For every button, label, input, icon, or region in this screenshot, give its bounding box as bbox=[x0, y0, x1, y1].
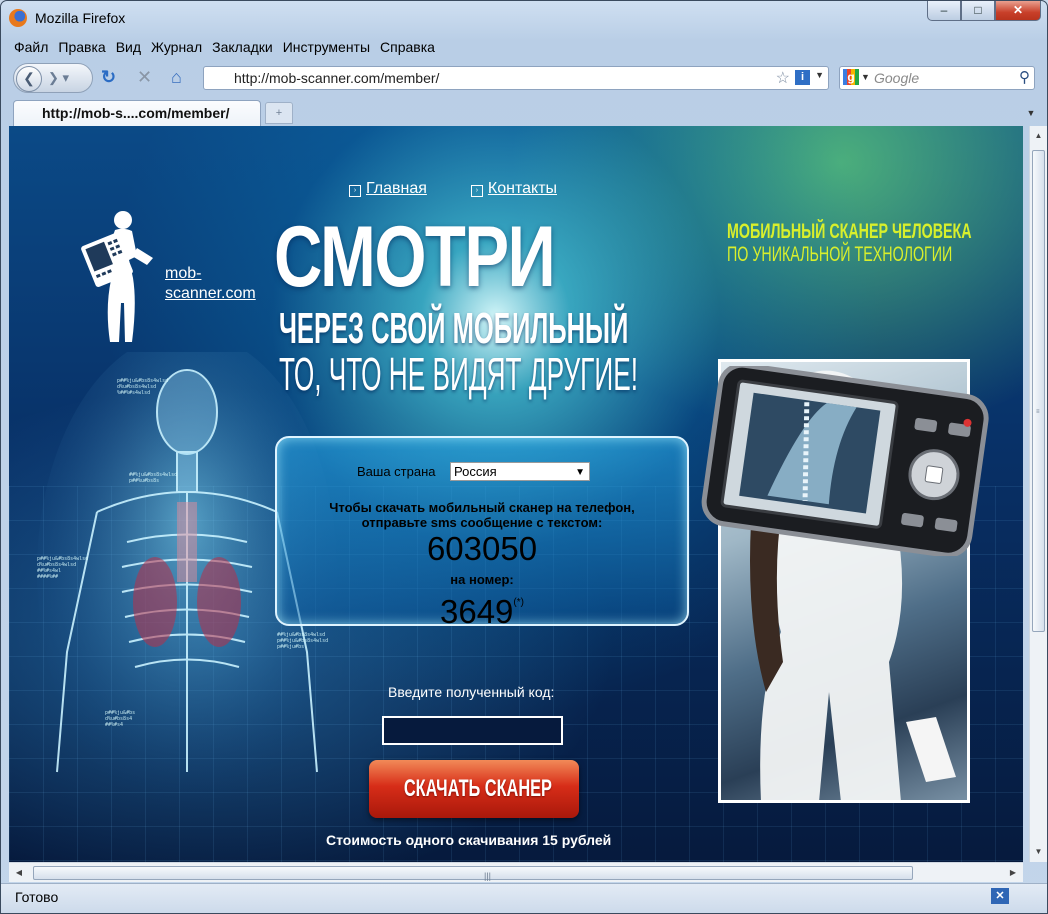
back-arrow-icon: ❮ bbox=[23, 70, 35, 86]
link-home-label[interactable]: Главная bbox=[366, 180, 427, 197]
menu-view[interactable]: Вид bbox=[111, 39, 146, 59]
bullet-icon: › bbox=[349, 185, 361, 197]
instruction-line2: отправьте sms сообщение с текстом: bbox=[361, 515, 603, 530]
menu-file[interactable]: Файл bbox=[9, 39, 53, 59]
menu-help[interactable]: Справка bbox=[375, 39, 440, 59]
home-icon[interactable]: ⌂ bbox=[171, 67, 182, 87]
scroll-down-icon[interactable]: ▼ bbox=[1030, 842, 1047, 862]
tab-bar: http://mob-s....com/member/ + ▼ bbox=[9, 98, 1039, 126]
grip-icon: ||| bbox=[484, 871, 492, 881]
firefox-logo-icon bbox=[9, 9, 27, 27]
window-title: Mozilla Firefox bbox=[35, 10, 126, 26]
code-input[interactable] bbox=[382, 716, 563, 745]
window-controls: – □ ✕ bbox=[927, 1, 1041, 23]
new-tab-button[interactable]: + bbox=[265, 102, 293, 124]
country-label: Ваша страна bbox=[357, 464, 436, 479]
headline-sub1: ЧЕРЕЗ СВОЙ МОБИЛЬНЫЙ bbox=[279, 304, 629, 353]
short-number: 3649(*) bbox=[277, 586, 687, 629]
back-forward-group: ❮ ❯ ▾ bbox=[13, 63, 93, 93]
country-select-value[interactable]: Россия bbox=[454, 464, 497, 479]
tagline-line2: ПО УНИКАЛЬНОЙ ТЕХНОЛОГИИ bbox=[727, 243, 953, 266]
maximize-button[interactable]: □ bbox=[961, 1, 995, 21]
close-button[interactable]: ✕ bbox=[995, 1, 1041, 21]
navigation-toolbar: ❮ ❯ ▾ ↻ ✕ ⌂ http://mob-scanner.com/membe… bbox=[9, 61, 1039, 95]
scroll-left-icon[interactable]: ◀ bbox=[9, 863, 29, 882]
headline-main: СМОТРИ bbox=[274, 209, 556, 305]
scroll-up-icon[interactable]: ▲ bbox=[1030, 126, 1047, 146]
search-placeholder[interactable]: Google bbox=[874, 70, 919, 86]
footnote-mark: (*) bbox=[513, 597, 524, 608]
hud-text: ##%ju&#bs8s4wlsd p##%ju&#bs8s4wlsd p##%j… bbox=[277, 632, 329, 650]
status-bar: Готово ✕ bbox=[1, 883, 1047, 913]
reload-icon[interactable]: ↻ bbox=[101, 67, 116, 87]
addon-status-icon[interactable]: ✕ bbox=[991, 888, 1009, 904]
title-bar: Mozilla Firefox – □ ✕ bbox=[1, 1, 1047, 37]
short-number-value: 3649 bbox=[440, 593, 514, 630]
to-number-label: на номер: bbox=[450, 572, 514, 587]
bullet-icon: › bbox=[470, 185, 483, 197]
woman-with-phone-logo-icon bbox=[81, 211, 153, 342]
page-content: › Главная › Контакты mob-scanner.com СМОТР… bbox=[9, 126, 1023, 862]
tab-current[interactable]: http://mob-s....com/member/ bbox=[13, 100, 261, 126]
logo-link[interactable]: mob-scanner.com bbox=[165, 264, 275, 304]
download-scanner-button[interactable]: СКАЧАТЬ СКАНЕР bbox=[369, 760, 579, 818]
url-dropdown-icon[interactable]: ▼ bbox=[815, 70, 824, 80]
bookmark-star-icon[interactable]: ☆ bbox=[776, 68, 790, 88]
download-button-label[interactable]: СКАЧАТЬ СКАНЕР bbox=[404, 760, 552, 818]
site-nav: › Главная › Контакты bbox=[349, 180, 557, 198]
instruction-line1: Чтобы скачать мобильный сканер на телефо… bbox=[329, 500, 635, 515]
address-bar[interactable]: http://mob-scanner.com/member/ ☆ i ▼ bbox=[203, 66, 829, 90]
link-contacts[interactable]: › Контакты bbox=[470, 180, 557, 198]
hud-text: p##%ju&#bs8s4wlsd d%u#bs8s4wlsd %##%#s4w… bbox=[117, 378, 169, 396]
menu-bookmarks[interactable]: Закладки bbox=[207, 39, 278, 59]
vertical-scrollbar[interactable]: ▲ ≡ ▼ bbox=[1029, 126, 1047, 862]
scroll-right-icon[interactable]: ▶ bbox=[1003, 863, 1023, 882]
browser-window: Mozilla Firefox – □ ✕ Файл Правка Вид Жу… bbox=[0, 0, 1048, 914]
site-info-icon[interactable]: i bbox=[795, 70, 810, 85]
enter-code-label: Введите полученный код: bbox=[388, 684, 555, 700]
search-bar[interactable]: g ▼ Google ⚲ bbox=[839, 66, 1035, 90]
vertical-scroll-thumb[interactable]: ≡ bbox=[1032, 150, 1045, 632]
menu-edit[interactable]: Правка bbox=[53, 39, 110, 59]
chevron-down-icon[interactable]: ▼ bbox=[575, 464, 585, 481]
menu-tools[interactable]: Инструменты bbox=[278, 39, 375, 59]
cost-text: Стоимость одного скачивания 15 рублей bbox=[326, 832, 612, 848]
google-engine-icon[interactable]: g bbox=[843, 69, 859, 85]
tab-label[interactable]: http://mob-s....com/member/ bbox=[42, 105, 229, 121]
status-text: Готово bbox=[15, 889, 59, 905]
minimize-button[interactable]: – bbox=[927, 1, 961, 21]
menu-bar: Файл Правка Вид Журнал Закладки Инструме… bbox=[9, 39, 440, 59]
hud-text: ##%ju&#bs8s4wlsd p##%u#bs8s bbox=[129, 472, 178, 484]
mobile-phone-illustration bbox=[701, 366, 989, 556]
country-select[interactable]: Россия ▼ bbox=[450, 462, 590, 481]
link-contacts-label[interactable]: Контакты bbox=[488, 180, 557, 197]
hud-text: p##%ju&#bs d%u#bs8s4 ##%#s4 bbox=[105, 710, 136, 728]
tagline-line1: МОБИЛЬНЫЙ СКАНЕР ЧЕЛОВЕКА bbox=[727, 220, 972, 243]
tagline: МОБИЛЬНЫЙ СКАНЕР ЧЕЛОВЕКА ПО УНИКАЛЬНОЙ … bbox=[727, 220, 972, 266]
sms-instruction-panel: Ваша страна Россия ▼ Чтобы скачать мобил… bbox=[275, 436, 689, 629]
sms-instruction: Чтобы скачать мобильный сканер на телефо… bbox=[277, 500, 687, 530]
link-home[interactable]: › Главная bbox=[349, 180, 427, 198]
forward-arrow-icon: ❯ ▾ bbox=[48, 70, 70, 85]
search-icon[interactable]: ⚲ bbox=[1019, 68, 1030, 86]
tab-list-dropdown-icon[interactable]: ▼ bbox=[1023, 102, 1039, 124]
engine-dropdown-icon[interactable]: ▼ bbox=[861, 72, 870, 82]
back-button[interactable]: ❮ bbox=[16, 66, 42, 92]
sms-code: 603050 bbox=[426, 530, 538, 567]
url-text[interactable]: http://mob-scanner.com/member/ bbox=[234, 70, 439, 86]
menu-history[interactable]: Журнал bbox=[146, 39, 207, 59]
hud-text: p##%ju&#bs8s4wlsd d%u#bs8s4wlsd ##%#s4wl… bbox=[37, 556, 89, 580]
stop-icon[interactable]: ✕ bbox=[137, 67, 152, 87]
horizontal-scroll-thumb[interactable]: ||| bbox=[33, 866, 913, 881]
grip-icon: ≡ bbox=[1036, 409, 1040, 415]
horizontal-scrollbar[interactable]: ◀ ||| ▶ bbox=[9, 862, 1023, 882]
forward-button[interactable]: ❯ ▾ bbox=[48, 70, 69, 86]
